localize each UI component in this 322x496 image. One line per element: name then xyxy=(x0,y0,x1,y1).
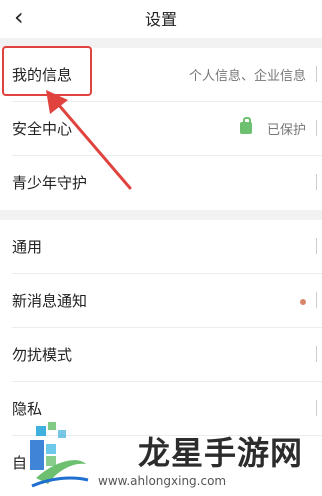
chevron-right-icon xyxy=(316,66,322,82)
watermark-url: www.ahlongxing.com xyxy=(98,474,227,488)
chevron-right-icon xyxy=(316,174,322,190)
highlight-box xyxy=(2,46,92,96)
row-label-partial: 自 xyxy=(12,454,28,472)
row-label-general: 通用 xyxy=(12,238,43,256)
site-logo-icon xyxy=(30,422,89,488)
notification-dot-icon xyxy=(300,299,306,305)
top-bar: ‹ 设置 xyxy=(0,0,322,38)
chevron-right-icon xyxy=(316,238,322,254)
row-label-security: 安全中心 xyxy=(12,120,73,138)
watermark: 龙星手游网 www.ahlongxing.com xyxy=(26,412,322,496)
row-value-my-info: 个人信息、企业信息 xyxy=(188,69,306,84)
row-dnd[interactable]: 勿扰模式 xyxy=(0,328,322,382)
watermark-title: 龙星手游网 xyxy=(138,434,304,472)
lock-icon xyxy=(240,117,252,134)
row-value-security: 已保护 xyxy=(266,123,306,138)
chevron-right-icon xyxy=(316,346,322,362)
row-label-teen: 青少年守护 xyxy=(12,174,88,192)
chevron-right-icon xyxy=(316,292,322,308)
chevron-right-icon xyxy=(316,120,322,136)
row-teen-guard[interactable]: 青少年守护 xyxy=(0,156,322,210)
row-label-notifications: 新消息通知 xyxy=(12,292,88,310)
row-notifications[interactable]: 新消息通知 xyxy=(0,274,322,328)
row-general[interactable]: 通用 xyxy=(0,220,322,274)
row-label-dnd: 勿扰模式 xyxy=(12,346,73,364)
row-security-center[interactable]: 安全中心 已保护 xyxy=(0,102,322,156)
page-title: 设置 xyxy=(144,10,177,29)
